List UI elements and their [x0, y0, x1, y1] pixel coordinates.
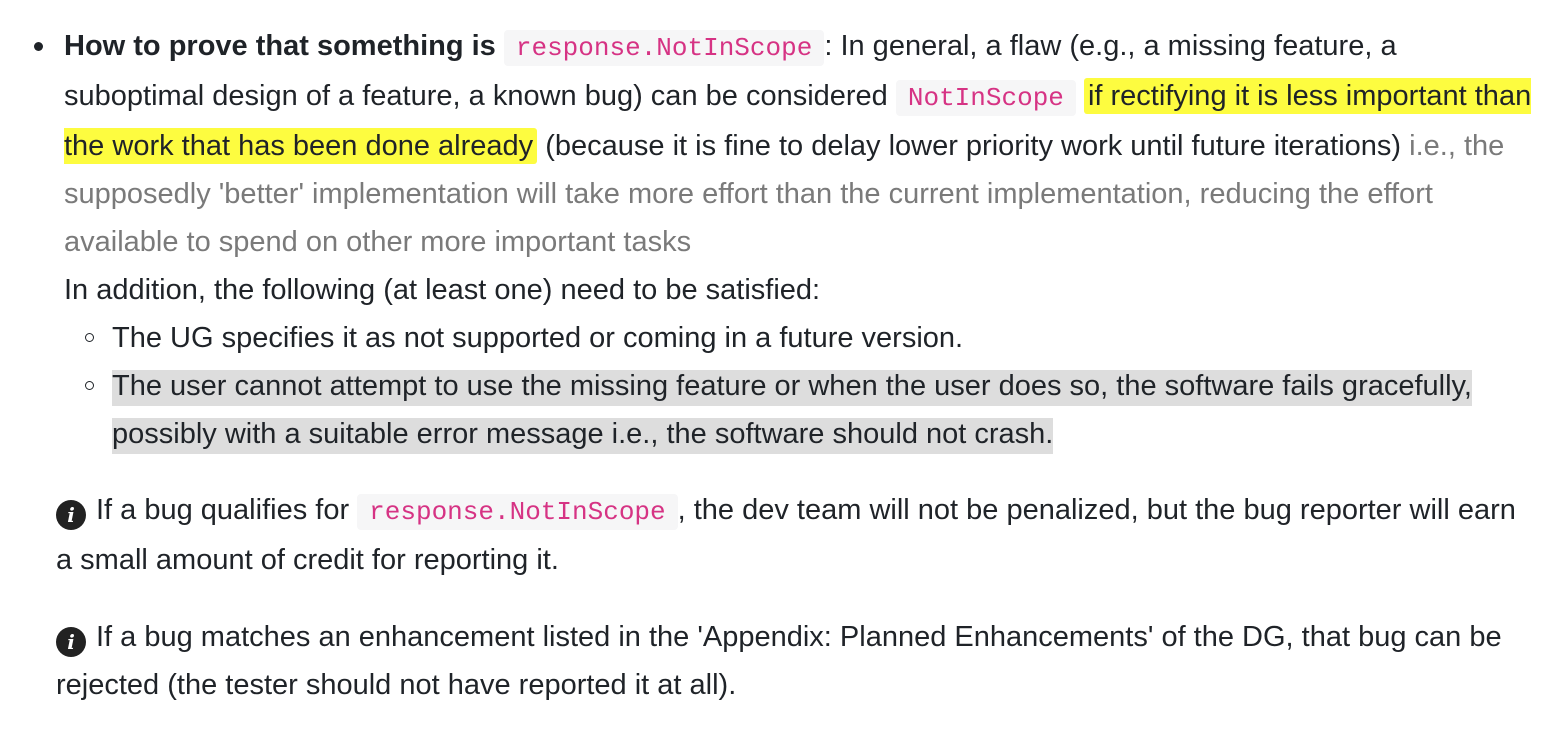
info-note-1: i If a bug qualifies for response.NotInSc… — [56, 486, 1516, 584]
circle-bullet — [85, 333, 94, 342]
info2-text: If a bug matches an enhancement listed i… — [56, 621, 1502, 701]
sub-list-item: The UG specifies it as not supported or … — [64, 314, 1534, 362]
selected-sub-item-text: The user cannot attempt to use the missi… — [112, 370, 1472, 454]
info1-code: response.NotInScope — [357, 494, 678, 530]
inline-code-notinscope: NotInScope — [895, 80, 1076, 116]
sub-item-text: The UG specifies it as not supported or … — [112, 322, 964, 354]
sub-list-item: The user cannot attempt to use the missi… — [64, 362, 1534, 458]
info1-text-1: If a bug qualifies for — [96, 494, 350, 526]
bullet-text-2: (because it is fine to delay lower prior… — [545, 130, 1402, 162]
circle-bullet — [85, 381, 94, 390]
document-body: How to prove that something is response.… — [0, 0, 1562, 738]
not-in-scope-bullet: How to prove that something is response.… — [34, 22, 1534, 458]
info-icon: i — [56, 500, 86, 530]
bullet-heading: How to prove that something is — [64, 30, 496, 62]
info-icon: i — [56, 627, 86, 657]
info-note-2: i If a bug matches an enhancement listed … — [56, 613, 1516, 709]
bullet-paragraph: How to prove that something is response.… — [64, 22, 1534, 266]
addition-line: In addition, the following (at least one… — [64, 274, 821, 306]
heading-code: response.NotInScope — [503, 30, 825, 66]
bullet-dot — [34, 42, 43, 51]
